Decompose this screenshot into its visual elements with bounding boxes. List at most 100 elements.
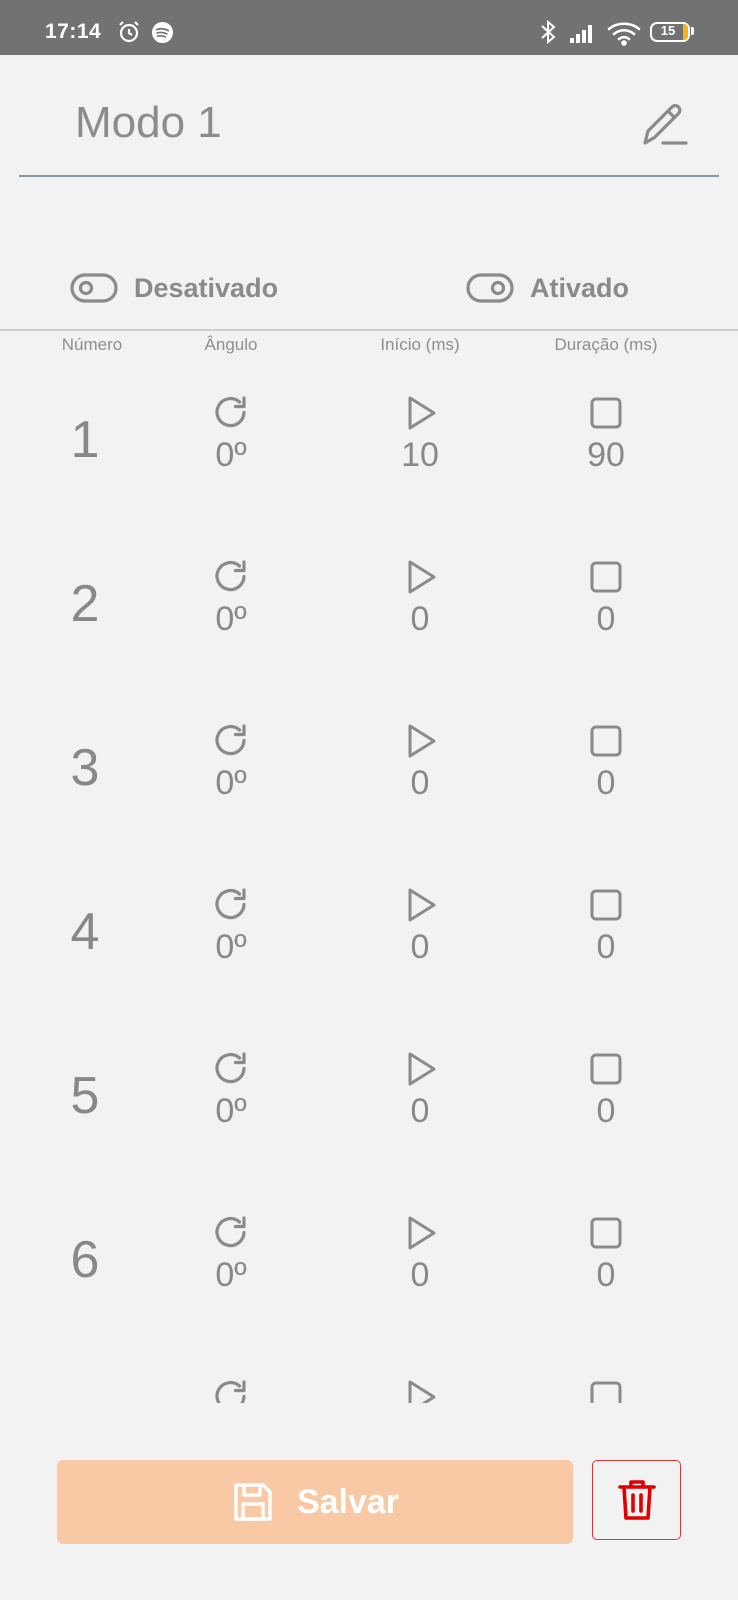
column-header-angle: Ângulo bbox=[204, 335, 258, 354]
start-cell[interactable]: 0 bbox=[350, 1036, 490, 1131]
legend-disabled: Desativado bbox=[70, 268, 278, 308]
step-row[interactable]: 1 0º 10 90 bbox=[0, 380, 738, 544]
stop-icon bbox=[590, 561, 622, 593]
angle-cell[interactable]: 0º bbox=[161, 1200, 301, 1295]
start-value: 0 bbox=[410, 600, 430, 638]
step-row[interactable]: 6 0º 0 0 bbox=[0, 1200, 738, 1364]
angle-cell[interactable]: 0º bbox=[161, 1364, 301, 1403]
steps-list[interactable]: 1 0º 10 90 2 0º 0 0 3 0º 0 0 4 0º 0 0 5 … bbox=[0, 380, 738, 1403]
start-value: 0 bbox=[410, 764, 430, 802]
angle-cell[interactable]: 0º bbox=[161, 1036, 301, 1131]
start-value: 0 bbox=[410, 928, 430, 966]
step-number: 6 bbox=[70, 1231, 100, 1289]
column-header-start: Início (ms) bbox=[380, 335, 460, 354]
section-divider bbox=[0, 329, 738, 331]
signal-icon bbox=[570, 25, 592, 43]
step-number: 7 bbox=[45, 1394, 125, 1403]
toggle-off-icon bbox=[70, 273, 118, 303]
angle-cell[interactable]: 0º bbox=[161, 708, 301, 803]
spotify-icon bbox=[151, 21, 174, 44]
rotate-icon bbox=[215, 396, 246, 428]
play-icon bbox=[408, 560, 436, 594]
stop-icon bbox=[590, 1053, 622, 1085]
step-number: 1 bbox=[70, 411, 100, 469]
toggle-on-icon bbox=[466, 273, 514, 303]
title-underline bbox=[19, 175, 719, 177]
start-value: 10 bbox=[401, 436, 439, 474]
duration-value: 90 bbox=[587, 436, 625, 474]
play-icon bbox=[408, 1380, 436, 1403]
start-cell[interactable]: 0 bbox=[350, 872, 490, 967]
battery-tip bbox=[691, 27, 694, 35]
battery-icon: 15 bbox=[650, 22, 690, 42]
duration-cell[interactable]: 0 bbox=[536, 1036, 676, 1131]
angle-value: 0º bbox=[215, 436, 247, 474]
start-cell[interactable]: 0 bbox=[350, 708, 490, 803]
angle-cell[interactable]: 0º bbox=[161, 872, 301, 967]
rotate-icon bbox=[215, 1380, 246, 1403]
step-number: 2 bbox=[70, 575, 100, 633]
angle-cell[interactable]: 0º bbox=[161, 544, 301, 639]
play-icon bbox=[408, 724, 436, 758]
step-row[interactable]: 7 0º 0 0 bbox=[0, 1364, 738, 1403]
stop-icon bbox=[590, 397, 622, 429]
floppy-disk-icon bbox=[234, 1483, 272, 1521]
angle-value: 0º bbox=[215, 600, 247, 638]
stop-icon bbox=[590, 1217, 622, 1249]
step-number: 4 bbox=[70, 903, 100, 961]
rotate-icon bbox=[215, 560, 246, 592]
status-bar: 17:14 15 bbox=[0, 0, 738, 55]
duration-cell[interactable]: 0 bbox=[536, 872, 676, 967]
duration-value: 0 bbox=[596, 1256, 616, 1294]
angle-value: 0º bbox=[215, 764, 247, 802]
column-header-duration: Duração (ms) bbox=[554, 335, 658, 354]
duration-cell[interactable]: 0 bbox=[536, 1200, 676, 1295]
rotate-icon bbox=[215, 1052, 246, 1084]
duration-value: 0 bbox=[596, 928, 616, 966]
start-cell[interactable]: 0 bbox=[350, 544, 490, 639]
step-row[interactable]: 3 0º 0 0 bbox=[0, 708, 738, 872]
step-number: 5 bbox=[70, 1067, 100, 1125]
duration-cell[interactable]: 0 bbox=[536, 708, 676, 803]
start-value: 0 bbox=[410, 1092, 430, 1130]
step-number: 3 bbox=[70, 739, 100, 797]
step-row[interactable]: 4 0º 0 0 bbox=[0, 872, 738, 1036]
rotate-icon bbox=[215, 1216, 246, 1248]
legend-enabled: Ativado bbox=[466, 268, 629, 308]
legend-enabled-label: Ativado bbox=[530, 272, 630, 303]
start-cell[interactable]: 10 bbox=[350, 380, 490, 475]
start-cell[interactable]: 0 bbox=[350, 1200, 490, 1295]
step-row[interactable]: 5 0º 0 0 bbox=[0, 1036, 738, 1200]
rotate-icon bbox=[215, 724, 246, 756]
play-icon bbox=[408, 396, 436, 430]
wifi-icon bbox=[607, 22, 641, 46]
save-button[interactable]: Salvar bbox=[57, 1460, 573, 1544]
start-cell[interactable]: 0 bbox=[350, 1364, 490, 1403]
save-button-label: Salvar bbox=[296, 1482, 400, 1521]
column-header-number: Número bbox=[61, 335, 123, 354]
alarm-icon bbox=[119, 21, 139, 43]
bluetooth-icon bbox=[541, 20, 556, 44]
duration-cell[interactable]: 90 bbox=[536, 380, 676, 475]
play-icon bbox=[408, 1052, 436, 1086]
mode-title[interactable]: Modo 1 bbox=[75, 98, 222, 148]
legend-disabled-label: Desativado bbox=[134, 272, 279, 303]
stop-icon bbox=[590, 1381, 622, 1403]
stop-icon bbox=[590, 889, 622, 921]
duration-cell[interactable]: 0 bbox=[536, 544, 676, 639]
duration-cell[interactable]: 0 bbox=[536, 1364, 676, 1403]
angle-value: 0º bbox=[215, 1256, 247, 1294]
play-icon bbox=[408, 1216, 436, 1250]
step-row[interactable]: 2 0º 0 0 bbox=[0, 544, 738, 708]
edit-pencil-icon bbox=[643, 104, 688, 145]
trash-icon bbox=[617, 1480, 656, 1520]
angle-cell[interactable]: 0º bbox=[161, 380, 301, 475]
play-icon bbox=[408, 888, 436, 922]
angle-value: 0º bbox=[215, 1092, 247, 1130]
edit-button[interactable] bbox=[636, 96, 692, 152]
delete-button[interactable] bbox=[592, 1460, 681, 1540]
rotate-icon bbox=[215, 888, 246, 920]
duration-value: 0 bbox=[596, 600, 616, 638]
start-value: 0 bbox=[410, 1256, 430, 1294]
clock: 17:14 bbox=[45, 20, 102, 43]
